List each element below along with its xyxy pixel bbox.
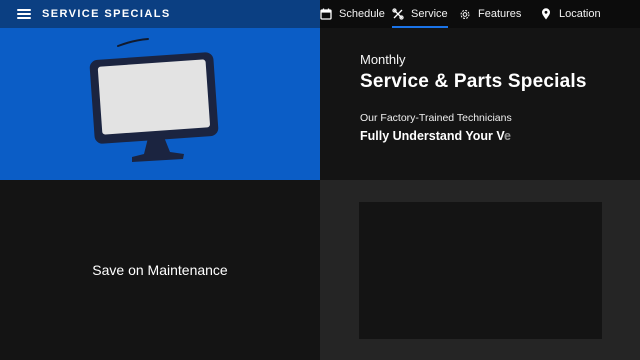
tile-label: Save on Maintenance	[92, 262, 228, 278]
hero-text-panel: Monthly Service & Parts Specials Our Fac…	[320, 28, 640, 180]
hero-subheading: Our Factory-Trained Technicians	[360, 112, 512, 124]
save-on-maintenance-tile[interactable]: Save on Maintenance	[0, 180, 320, 360]
hero-tagline-text: Fully Understand Your V	[360, 129, 505, 143]
nav-item-label: Features	[478, 8, 522, 20]
nav-item-label: Schedule	[339, 8, 385, 20]
desktop-monitor-icon	[89, 38, 219, 162]
main-nav: Schedule Service Features Location	[320, 0, 640, 28]
top-navigation-bar: SERVICE SPECIALS Schedule Service Featur…	[0, 0, 640, 28]
wrench-tools-icon	[392, 8, 404, 20]
gear-icon	[459, 8, 471, 20]
nav-item-service[interactable]: Service	[392, 0, 448, 28]
hero-tagline-fading-text: e	[504, 129, 511, 143]
map-pin-icon	[540, 8, 552, 20]
nav-item-label: Service	[411, 8, 448, 20]
hero-eyebrow: Monthly	[360, 52, 406, 67]
nav-item-schedule[interactable]: Schedule	[320, 0, 385, 28]
hamburger-menu-icon[interactable]	[17, 9, 31, 19]
nav-item-label: Location	[559, 8, 601, 20]
calendar-icon	[320, 8, 332, 20]
hero-tagline: Fully Understand Your Ve	[360, 129, 511, 143]
hero-illustration-panel	[0, 28, 320, 180]
brand-block: SERVICE SPECIALS	[0, 0, 320, 28]
media-tile	[320, 180, 640, 360]
video-placeholder[interactable]	[359, 202, 602, 339]
page-title: SERVICE SPECIALS	[42, 8, 171, 20]
nav-item-features[interactable]: Features	[459, 0, 521, 28]
hero-headline: Service & Parts Specials	[360, 71, 587, 92]
nav-item-location[interactable]: Location	[540, 0, 601, 28]
